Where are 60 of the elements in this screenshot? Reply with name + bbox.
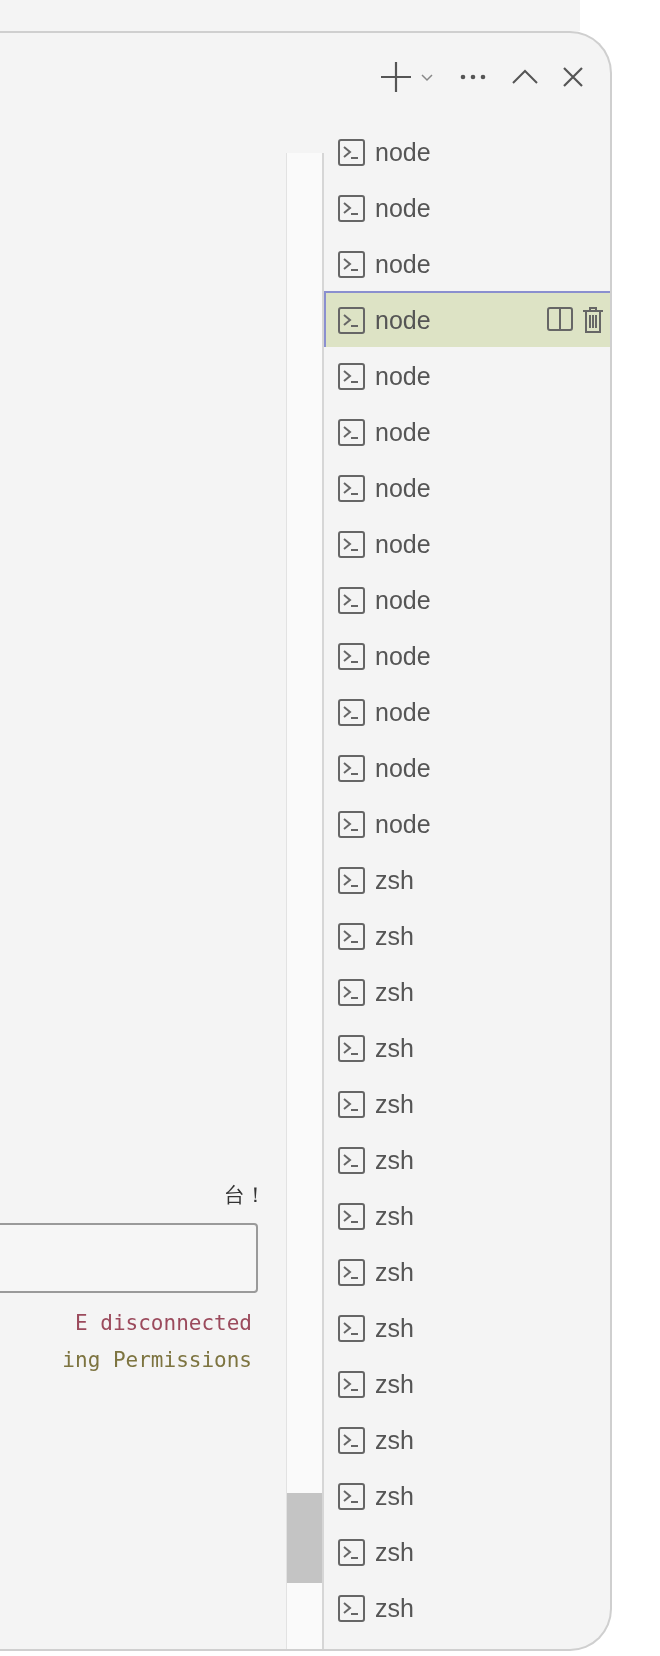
terminal-icon [338,1258,365,1286]
terminal-item[interactable]: zsh [324,1355,610,1411]
terminal-icon [338,922,365,950]
terminal-icon [338,138,365,166]
terminal-icon [338,530,365,558]
terminal-item[interactable]: node [324,571,610,627]
terminal-icon [338,250,365,278]
terminal-icon [338,194,365,222]
terminal-item[interactable]: zsh [324,1243,610,1299]
terminal-icon [338,1594,365,1622]
terminal-icon [338,1090,365,1118]
terminal-icon [338,1426,365,1454]
terminal-item[interactable]: node [324,347,610,403]
terminal-icon [338,1538,365,1566]
terminal-item[interactable]: zsh [324,1467,610,1523]
terminal-icon [338,1202,365,1230]
scrollbar-thumb[interactable] [287,1493,322,1583]
terminal-icon [338,810,365,838]
terminal-item[interactable]: node [324,795,610,851]
terminal-icon [338,866,365,894]
terminal-icon [338,642,365,670]
terminal-icon [338,306,365,334]
log-line: E disconnected [75,1310,253,1337]
terminal-item[interactable]: node [324,179,610,235]
split-icon[interactable] [546,306,574,334]
terminal-icon [338,1034,365,1062]
terminal-icon [338,418,365,446]
terminal-item[interactable]: zsh [324,1075,610,1131]
terminal-item[interactable]: zsh [324,907,610,963]
terminal-icon [338,1146,365,1174]
terminal-icon [338,698,365,726]
terminal-item[interactable]: node [324,291,610,347]
console-text: 台！ [224,1182,267,1208]
terminal-item[interactable]: node [324,515,610,571]
terminal-icon [338,362,365,390]
terminal-icon [338,474,365,502]
terminal-item[interactable]: zsh [324,1019,610,1075]
terminal-item[interactable]: node [324,123,610,179]
terminal-item[interactable]: zsh [324,1187,610,1243]
terminal-item[interactable]: zsh [324,1131,610,1187]
trash-icon[interactable] [582,306,604,334]
terminal-item[interactable]: node [324,627,610,683]
terminal-item[interactable]: node [324,739,610,795]
terminal-icon [338,586,365,614]
terminal-icon [338,1314,365,1342]
terminal-item[interactable]: node [324,459,610,515]
terminal-icon [338,978,365,1006]
log-line: ing Permissions [62,1347,253,1374]
terminal-item[interactable]: zsh [324,1299,610,1355]
terminal-item[interactable]: zsh [324,963,610,1019]
terminal-item[interactable]: zsh [324,1411,610,1467]
terminal-icon [338,1370,365,1398]
terminal-item[interactable]: zsh [324,1579,610,1635]
terminal-icon [338,1482,365,1510]
terminal-item[interactable]: node [324,235,610,291]
terminal-item[interactable]: node [324,403,610,459]
terminal-item[interactable]: zsh [324,851,610,907]
terminal-icon [338,754,365,782]
terminal-item[interactable]: node [324,683,610,739]
terminal-item[interactable]: zsh [324,1523,610,1579]
